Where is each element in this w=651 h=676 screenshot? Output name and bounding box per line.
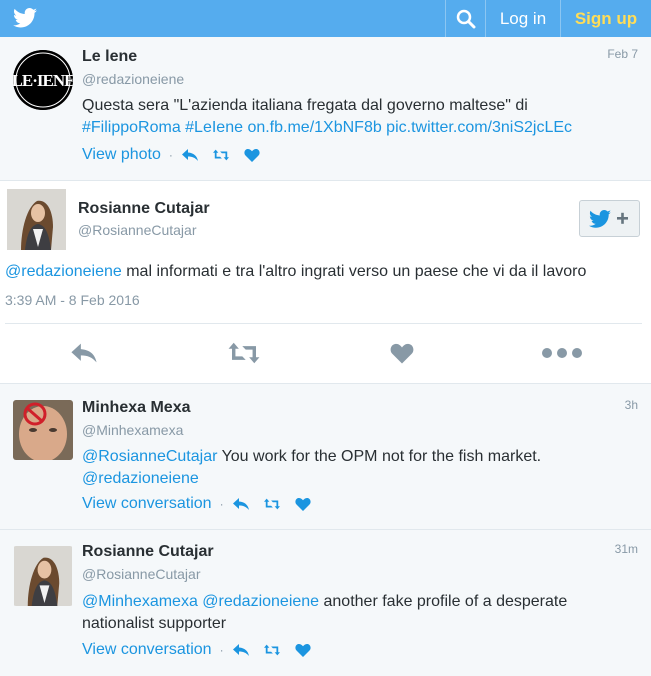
svg-text:LE·IENE: LE·IENE bbox=[13, 71, 73, 90]
tweet-minhexa[interactable]: Minhexa Mexa @Minhexamexa 3h @RosianneCu… bbox=[0, 384, 651, 530]
author-handle[interactable]: @RosianneCutajar bbox=[78, 222, 197, 238]
reply-icon bbox=[71, 343, 97, 363]
follow-button[interactable] bbox=[579, 200, 640, 237]
author-handle[interactable]: @RosianneCutajar bbox=[82, 566, 201, 582]
mention-link[interactable]: @redazioneiene bbox=[202, 593, 319, 610]
author-name[interactable]: Rosianne Cutajar bbox=[82, 543, 214, 561]
focused-text-plain: mal informati e tra l'altro ingrati vers… bbox=[121, 263, 587, 280]
like-button[interactable] bbox=[390, 339, 414, 367]
signup-button[interactable]: Sign up bbox=[560, 0, 651, 37]
avatar-minhexa[interactable] bbox=[13, 400, 73, 460]
login-button[interactable]: Log in bbox=[485, 0, 560, 37]
tweet-actions: View conversation · bbox=[82, 641, 326, 659]
reply-icon[interactable] bbox=[232, 643, 249, 657]
search-button[interactable] bbox=[445, 0, 485, 37]
rosianne-photo bbox=[7, 189, 66, 250]
top-navigation-bar: Log in Sign up bbox=[0, 0, 651, 37]
search-icon bbox=[456, 9, 475, 28]
mention-link[interactable]: @Minhexamexa bbox=[82, 593, 198, 610]
tweet-time[interactable]: 3h bbox=[625, 398, 638, 412]
like-icon[interactable] bbox=[244, 148, 260, 162]
tweet-text: @RosianneCutajar You work for the OPM no… bbox=[82, 446, 637, 490]
tweet-text: @Minhexamexa @redazioneiene another fake… bbox=[82, 591, 637, 635]
author-name[interactable]: Minhexa Mexa bbox=[82, 399, 190, 417]
tweet-links[interactable]: #FilippoRoma #LeIene on.fb.me/1XbNF8b pi… bbox=[82, 119, 572, 136]
tweet-text-plain: nationalist supporter bbox=[82, 615, 227, 632]
tweet-text-plain: another fake profile of a desperate bbox=[319, 593, 568, 610]
author-handle[interactable]: @redazioneiene bbox=[82, 71, 184, 87]
rosianne-photo bbox=[13, 546, 73, 606]
focused-tweet-text: @redazioneiene mal informati e tra l'alt… bbox=[5, 263, 586, 281]
author-handle[interactable]: @Minhexamexa bbox=[82, 422, 183, 438]
view-photo-link[interactable]: View photo bbox=[82, 146, 161, 164]
le-iene-logo-icon: LE·IENE bbox=[13, 50, 73, 110]
tweet-actions: View conversation · bbox=[82, 495, 326, 513]
separator-dot: · bbox=[219, 643, 224, 657]
reply-icon[interactable] bbox=[232, 497, 249, 511]
retweet-icon[interactable] bbox=[263, 643, 280, 657]
mention-link[interactable]: @RosianneCutajar bbox=[82, 448, 217, 465]
like-icon bbox=[390, 343, 414, 364]
more-icon bbox=[542, 348, 582, 358]
retweet-icon bbox=[228, 342, 260, 364]
avatar-rosianne[interactable] bbox=[7, 189, 66, 250]
tweet-timestamp[interactable]: 3:39 AM - 8 Feb 2016 bbox=[5, 292, 140, 308]
author-name[interactable]: Le lene bbox=[82, 48, 137, 66]
tweet-time[interactable]: Feb 7 bbox=[607, 47, 638, 61]
avatar-rosianne[interactable] bbox=[13, 546, 73, 606]
more-button[interactable] bbox=[541, 339, 583, 367]
focused-tweet: Rosianne Cutajar @RosianneCutajar @redaz… bbox=[0, 181, 651, 384]
avatar-le-iene[interactable]: LE·IENE bbox=[13, 50, 73, 110]
reply-icon[interactable] bbox=[181, 148, 198, 162]
tweet-rosianne-reply[interactable]: Rosianne Cutajar @RosianneCutajar 31m @M… bbox=[0, 530, 651, 676]
separator-dot: · bbox=[168, 148, 173, 162]
follow-bird-plus-icon bbox=[588, 209, 628, 228]
tweet-time[interactable]: 31m bbox=[615, 542, 638, 556]
twitter-bird-icon[interactable] bbox=[13, 8, 37, 28]
reply-button[interactable] bbox=[68, 339, 100, 367]
tweet-text: Questa sera "L'azienda italiana fregata … bbox=[82, 95, 637, 139]
mention-link[interactable]: @redazioneiene bbox=[82, 470, 199, 487]
like-icon[interactable] bbox=[294, 497, 311, 511]
author-name[interactable]: Rosianne Cutajar bbox=[78, 200, 210, 218]
mention-link[interactable]: @redazioneiene bbox=[5, 263, 122, 280]
tweet-le-iene[interactable]: LE·IENE Le lene @redazioneiene Feb 7 Que… bbox=[0, 37, 651, 181]
like-icon[interactable] bbox=[294, 643, 311, 657]
retweet-button[interactable] bbox=[226, 339, 262, 367]
separator-dot: · bbox=[219, 497, 224, 511]
retweet-icon[interactable] bbox=[212, 148, 229, 162]
divider bbox=[5, 323, 642, 324]
tweet-text-plain: Questa sera "L'azienda italiana fregata … bbox=[82, 97, 528, 114]
retweet-icon[interactable] bbox=[263, 497, 280, 511]
view-conversation-link[interactable]: View conversation bbox=[82, 495, 212, 513]
minhexa-photo bbox=[13, 400, 73, 460]
tweet-text-plain: You work for the OPM not for the fish ma… bbox=[217, 448, 542, 465]
tweet-actions: View photo · bbox=[82, 146, 275, 164]
view-conversation-link[interactable]: View conversation bbox=[82, 641, 212, 659]
